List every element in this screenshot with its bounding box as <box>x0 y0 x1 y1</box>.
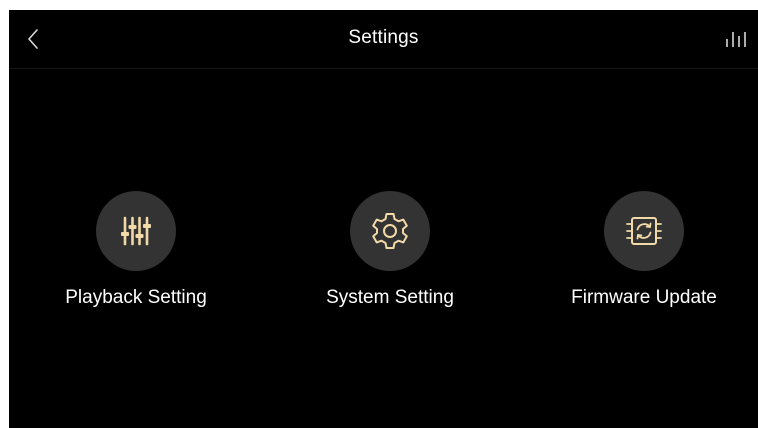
top-bar: Settings <box>9 10 758 69</box>
system-icon-circle <box>350 191 430 271</box>
settings-screen: Settings Playback Setting System Setting… <box>9 10 758 428</box>
menu-item-playback-setting[interactable]: Playback Setting <box>36 191 236 309</box>
firmware-icon-circle <box>604 191 684 271</box>
chip-refresh-icon <box>626 217 662 245</box>
sliders-icon <box>121 216 151 246</box>
menu-item-label: System Setting <box>326 287 454 308</box>
equalizer-button[interactable] <box>722 25 752 53</box>
menu-item-system-setting[interactable]: System Setting <box>290 191 490 309</box>
equalizer-bars-icon <box>726 32 746 47</box>
menu-item-firmware-update[interactable]: Firmware Update <box>544 191 744 309</box>
playback-icon-circle <box>96 191 176 271</box>
page-title: Settings <box>348 27 419 48</box>
menu-item-label: Playback Setting <box>65 287 207 308</box>
gear-icon <box>372 213 408 249</box>
menu-item-label: Firmware Update <box>571 287 717 308</box>
